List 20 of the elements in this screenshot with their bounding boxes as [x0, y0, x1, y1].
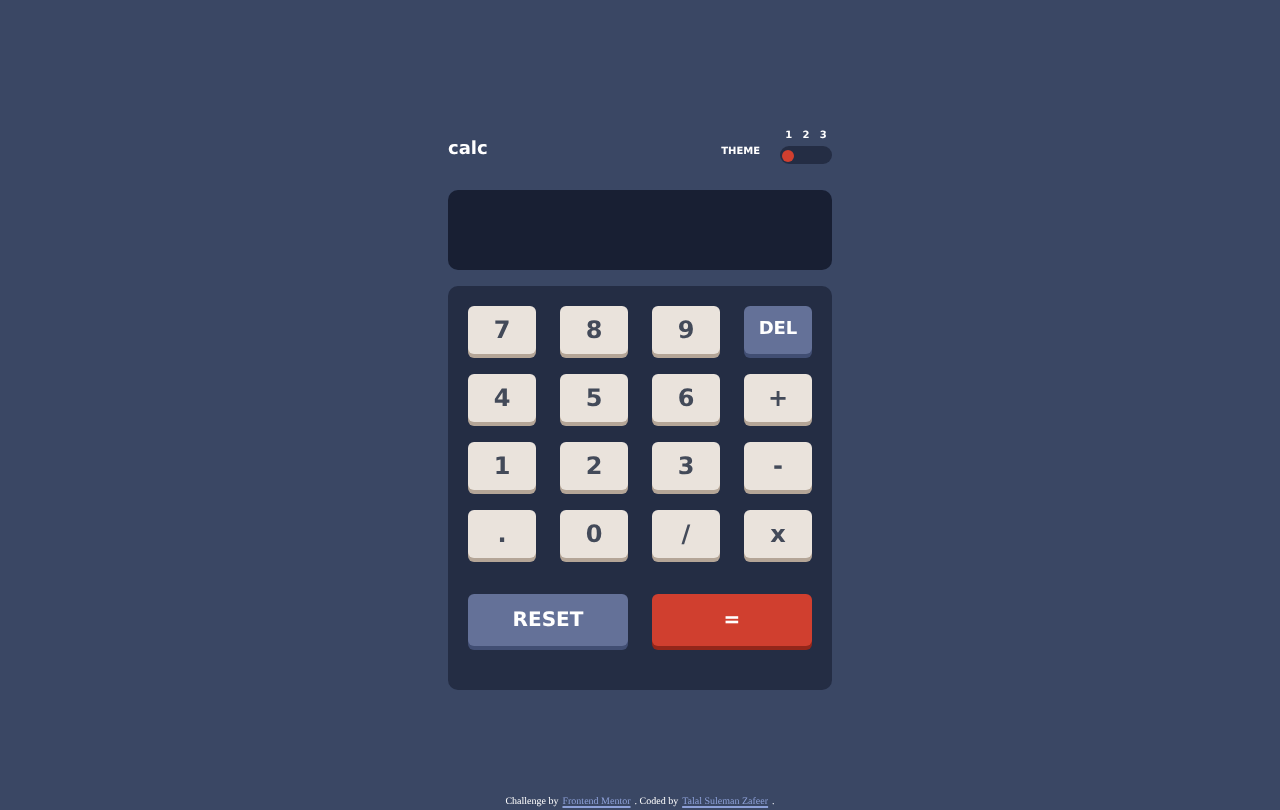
key-button[interactable]: 1	[468, 442, 536, 490]
key-button[interactable]: .	[468, 510, 536, 558]
equals-button[interactable]: =	[652, 594, 812, 646]
key-button[interactable]: -	[744, 442, 812, 490]
key-button[interactable]: 7	[468, 306, 536, 354]
key-button[interactable]: 8	[560, 306, 628, 354]
key-button[interactable]: 6	[652, 374, 720, 422]
logo: calc	[448, 140, 488, 160]
key-button[interactable]: 4	[468, 374, 536, 422]
key-button[interactable]: 2	[560, 442, 628, 490]
key-button[interactable]: 0	[560, 510, 628, 558]
key-button[interactable]: x	[744, 510, 812, 558]
del-button[interactable]: DEL	[744, 306, 812, 354]
key-button[interactable]: 9	[652, 306, 720, 354]
key-button[interactable]: /	[652, 510, 720, 558]
reset-button[interactable]: RESET	[468, 594, 628, 646]
key-button[interactable]: +	[744, 374, 812, 422]
key-button[interactable]: 3	[652, 442, 720, 490]
key-button[interactable]: 5	[560, 374, 628, 422]
toggle-position[interactable]	[814, 146, 833, 164]
